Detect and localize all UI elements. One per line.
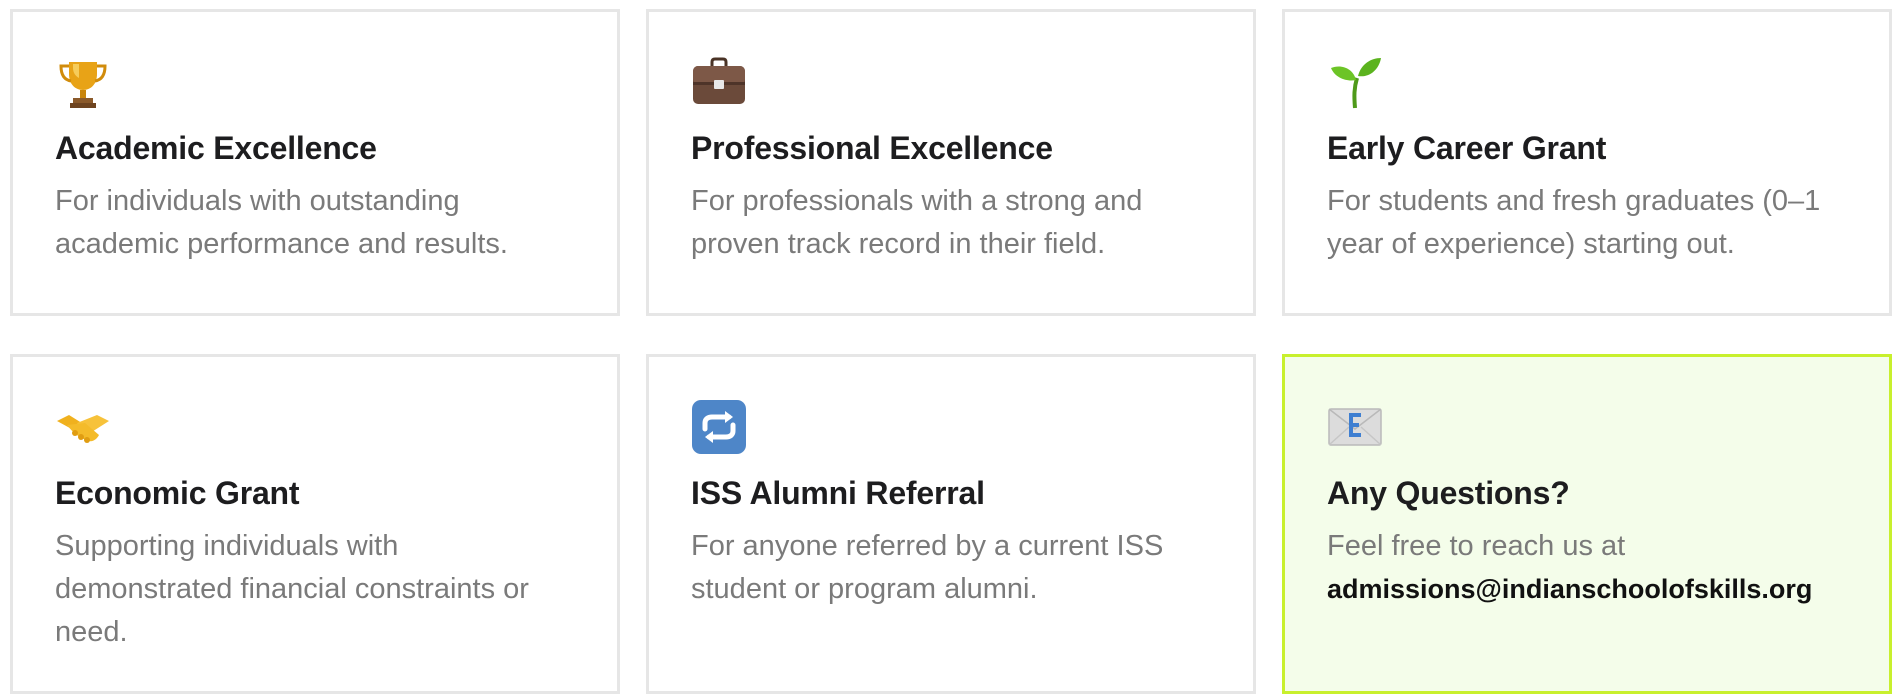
card-description: For individuals with outstanding academi… xyxy=(55,185,508,260)
card-economic-grant[interactable]: Economic Grant Supporting individuals wi… xyxy=(10,354,620,694)
card-iss-alumni-referral[interactable]: ISS Alumni Referral For anyone referred … xyxy=(646,354,1256,694)
card-title: Professional Excellence xyxy=(691,130,1053,166)
card-title: Any Questions? xyxy=(1327,475,1570,511)
card-description: Feel free to reach us at xyxy=(1327,530,1626,562)
card-any-questions[interactable]: Any Questions? Feel free to reach us at … xyxy=(1282,354,1892,694)
card-description: For professionals with a strong and prov… xyxy=(691,185,1143,260)
contact-email-link[interactable]: admissions@indianschoolofskills.org xyxy=(1327,568,1847,611)
card-title: Academic Excellence xyxy=(55,130,377,166)
card-professional-excellence[interactable]: Professional Excellence For professional… xyxy=(646,9,1256,316)
card-title: Early Career Grant xyxy=(1327,130,1607,166)
handshake-icon xyxy=(55,399,111,455)
card-early-career-grant[interactable]: Early Career Grant For students and fres… xyxy=(1282,9,1892,316)
card-academic-excellence[interactable]: Academic Excellence For individuals with… xyxy=(10,9,620,316)
card-description: For students and fresh graduates (0–1 ye… xyxy=(1327,185,1821,260)
card-description: Supporting individuals with demonstrated… xyxy=(55,530,529,648)
card-title: ISS Alumni Referral xyxy=(691,475,985,511)
trophy-icon xyxy=(55,54,111,110)
grant-cards-grid: Academic Excellence For individuals with… xyxy=(10,9,1895,694)
email-envelope-icon xyxy=(1327,399,1383,455)
repeat-arrows-icon xyxy=(691,399,747,455)
card-description: For anyone referred by a current ISS stu… xyxy=(691,530,1164,605)
card-title: Economic Grant xyxy=(55,475,300,511)
briefcase-icon xyxy=(691,54,747,110)
seedling-icon xyxy=(1327,54,1383,110)
